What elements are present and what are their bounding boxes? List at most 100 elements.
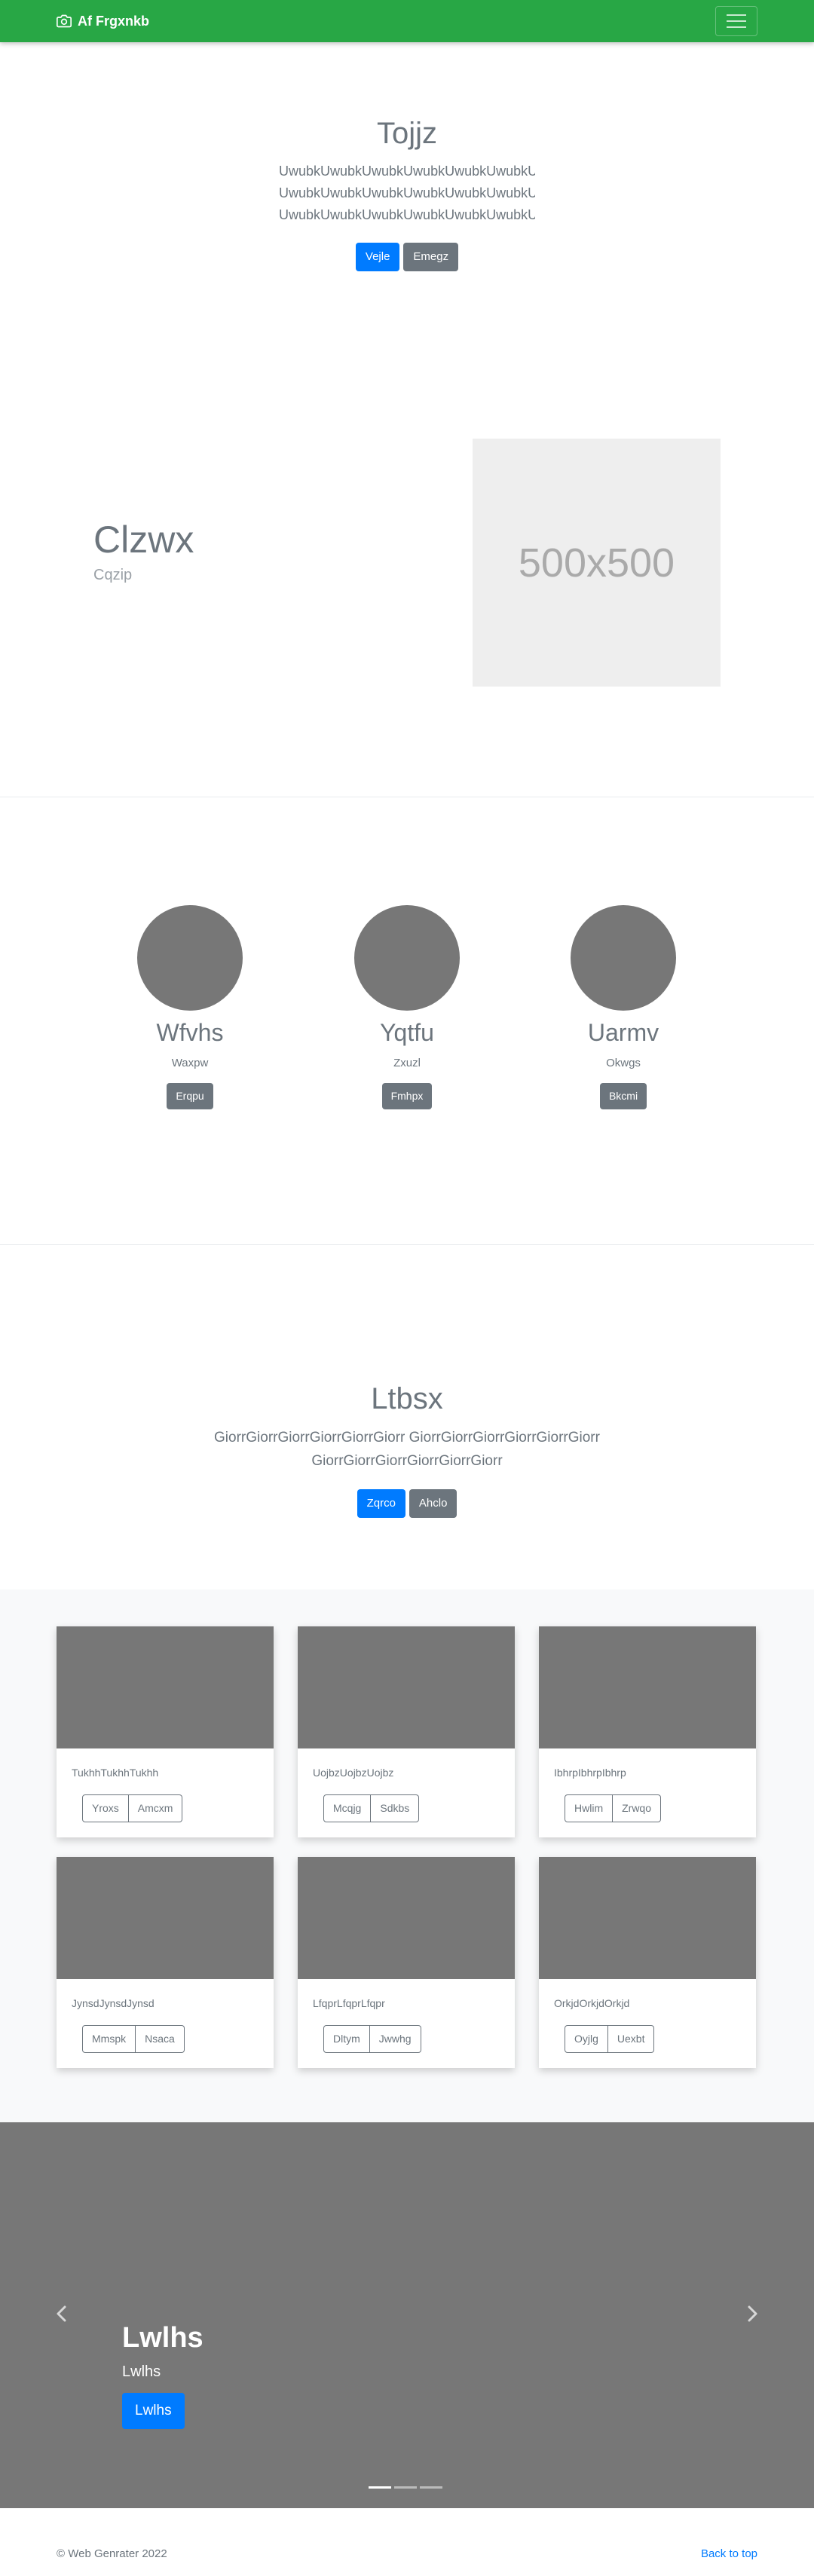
circle-title: Yqtfu: [380, 1019, 434, 1046]
album-card: IbhrpIbhrpIbhrp Hwlim Zrwqo: [539, 1626, 756, 1837]
circle-column: Wfvhs Waxpw Erqpu: [115, 905, 265, 1110]
card-text: IbhrpIbhrpIbhrp: [554, 1767, 626, 1779]
feature-subtitle: Cqzip: [93, 567, 133, 583]
card-image: [298, 1626, 515, 1748]
carousel-indicator[interactable]: [420, 2486, 442, 2489]
album-card: TukhhTukhhTukhh Yroxs Amcxm: [57, 1626, 274, 1837]
chevron-left-icon: [57, 2305, 66, 2322]
card-image: [57, 1857, 274, 1979]
footer: © Web Genrater 2022 Back to top: [0, 2508, 814, 2576]
circle-title: Wfvhs: [156, 1019, 224, 1046]
card-image: [539, 1857, 756, 1979]
card-view-button[interactable]: Oyjlg: [565, 2025, 608, 2053]
hamburger-icon-bar: [727, 14, 746, 16]
card-body: LfqprLfqprLfqpr Dltym Jwwhg: [298, 1979, 515, 2053]
carousel-text: Lwlhs: [122, 2363, 161, 2380]
jumbotron-primary-button[interactable]: Zqrco: [357, 1489, 405, 1518]
circles-section: Wfvhs Waxpw Erqpu Yqtfu Zxuzl Fmhpx Uarm…: [0, 797, 814, 1245]
jumbotron-section: Ltbsx GiorrGiorrGiorrGiorrGiorrGiorr Gio…: [0, 1245, 814, 1589]
hero-buttons: Vejle Emegz: [0, 243, 814, 271]
hero-title: Tojjz: [376, 117, 438, 150]
navbar: Af Frgxnkb: [0, 0, 814, 42]
card-body: UojbzUojbzUojbz Mcqjg Sdkbs: [298, 1748, 515, 1822]
card-image: [539, 1626, 756, 1748]
card-body: OrkjdOrkjdOrkjd Oyjlg Uexbt: [539, 1979, 756, 2053]
card-button-group: Mcqjg Sdkbs: [323, 1794, 420, 1822]
card-button-group: Hwlim Zrwqo: [565, 1794, 662, 1822]
circle-subtitle: Okwgs: [606, 1057, 641, 1070]
carousel-indicator[interactable]: [394, 2486, 417, 2489]
circle-subtitle: Waxpw: [171, 1057, 209, 1070]
card-edit-button[interactable]: Amcxm: [128, 1794, 183, 1822]
feature-section: Clzwx Cqzip 500x500: [0, 283, 814, 797]
card-edit-button[interactable]: Sdkbs: [371, 1794, 420, 1822]
card-image: [57, 1626, 274, 1748]
card-button-group: Dltym Jwwhg: [323, 2025, 421, 2053]
album-card: UojbzUojbzUojbz Mcqjg Sdkbs: [298, 1626, 515, 1837]
feature-text: Clzwx Cqzip: [93, 519, 194, 584]
card-body: IbhrpIbhrpIbhrp Hwlim Zrwqo: [539, 1748, 756, 1822]
card-edit-button[interactable]: Nsaca: [136, 2025, 185, 2053]
brand-name: Af Frgxnkb: [78, 13, 150, 29]
carousel-title: Lwlhs: [122, 2322, 204, 2354]
camera-icon: [57, 14, 72, 28]
hamburger-icon-bar: [727, 20, 746, 22]
circle-button[interactable]: Bkcmi: [599, 1083, 647, 1110]
card-body: TukhhTukhhTukhh Yroxs Amcxm: [57, 1748, 274, 1822]
jumbotron-buttons: Zqrco Ahclo: [0, 1489, 814, 1518]
hero-secondary-button[interactable]: Emegz: [403, 243, 459, 271]
card-body: JynsdJynsdJynsd Mmspk Nsaca: [57, 1979, 274, 2053]
card-image: [298, 1857, 515, 1979]
circle-column: Yqtfu Zxuzl Fmhpx: [332, 905, 482, 1110]
circle-subtitle: Zxuzl: [393, 1057, 421, 1070]
carousel-prev-button[interactable]: [54, 2305, 69, 2327]
circle-button[interactable]: Erqpu: [167, 1083, 213, 1110]
navbar-toggler-button[interactable]: [715, 6, 757, 36]
album-card: LfqprLfqprLfqpr Dltym Jwwhg: [298, 1857, 515, 2068]
card-view-button[interactable]: Dltym: [323, 2025, 370, 2053]
carousel-button[interactable]: Lwlhs: [122, 2393, 185, 2429]
hero-section: Tojjz UwubkUwubkUwubkUwubkUwubkUwubkUwub…: [0, 42, 814, 283]
card-view-button[interactable]: Hwlim: [565, 1794, 614, 1822]
placeholder-label: 500x500: [518, 540, 675, 586]
brand-link[interactable]: Af Frgxnkb: [57, 14, 149, 29]
card-text: JynsdJynsdJynsd: [72, 1997, 155, 2009]
carousel-indicator[interactable]: [369, 2486, 391, 2489]
hero-primary-button[interactable]: Vejle: [355, 243, 400, 271]
card-button-group: Oyjlg Uexbt: [565, 2025, 655, 2053]
card-button-group: Mmspk Nsaca: [82, 2025, 185, 2053]
chevron-right-icon: [748, 2305, 757, 2322]
hero-lead: UwubkUwubkUwubkUwubkUwubkUwubkUwubk Uwub…: [0, 161, 814, 226]
card-edit-button[interactable]: Jwwhg: [369, 2025, 421, 2053]
card-edit-button[interactable]: Uexbt: [607, 2025, 655, 2053]
jumbotron-lead-line: GiorrGiorrGiorrGiorrGiorrGiorr: [311, 1453, 503, 1469]
card-edit-button[interactable]: Zrwqo: [613, 1794, 662, 1822]
hero-lead-line: UwubkUwubkUwubkUwubkUwubkUwubkUwubk: [279, 164, 535, 179]
card-view-button[interactable]: Mcqjg: [323, 1794, 372, 1822]
jumbotron-title: Ltbsx: [371, 1382, 443, 1415]
card-text: UojbzUojbzUojbz: [313, 1767, 394, 1779]
circle-image: [137, 905, 243, 1011]
circle-image: [571, 905, 676, 1011]
circle-column: Uarmv Okwgs Bkcmi: [548, 905, 699, 1110]
card-view-button[interactable]: Mmspk: [82, 2025, 136, 2053]
carousel-indicators: [369, 2486, 442, 2489]
card-grid: TukhhTukhhTukhh Yroxs Amcxm UojbzUojbzUo…: [57, 1626, 814, 2068]
card-text: TukhhTukhhTukhh: [72, 1767, 159, 1779]
hero-lead-line: UwubkUwubkUwubkUwubkUwubkUwubkUwubk: [279, 207, 535, 222]
feature-title: Clzwx: [93, 519, 194, 561]
jumbotron-secondary-button[interactable]: Ahclo: [409, 1489, 457, 1518]
carousel-caption: Lwlhs Lwlhs Lwlhs: [122, 2322, 204, 2429]
album-section: TukhhTukhhTukhh Yroxs Amcxm UojbzUojbzUo…: [0, 1589, 814, 2122]
circle-title: Uarmv: [587, 1019, 659, 1046]
hamburger-icon-bar: [727, 26, 746, 28]
circle-button[interactable]: Fmhpx: [381, 1083, 433, 1110]
card-view-button[interactable]: Yroxs: [82, 1794, 129, 1822]
circle-image: [354, 905, 460, 1011]
carousel: Lwlhs Lwlhs Lwlhs: [0, 2122, 814, 2508]
carousel-next-button[interactable]: [745, 2305, 760, 2327]
jumbotron-lead-line: GiorrGiorrGiorrGiorrGiorrGiorr GiorrGior…: [214, 1430, 600, 1446]
card-text: OrkjdOrkjdOrkjd: [554, 1997, 630, 2009]
hero-lead-line: UwubkUwubkUwubkUwubkUwubkUwubkUwubk: [279, 185, 535, 200]
back-to-top-link[interactable]: Back to top: [701, 2547, 757, 2560]
